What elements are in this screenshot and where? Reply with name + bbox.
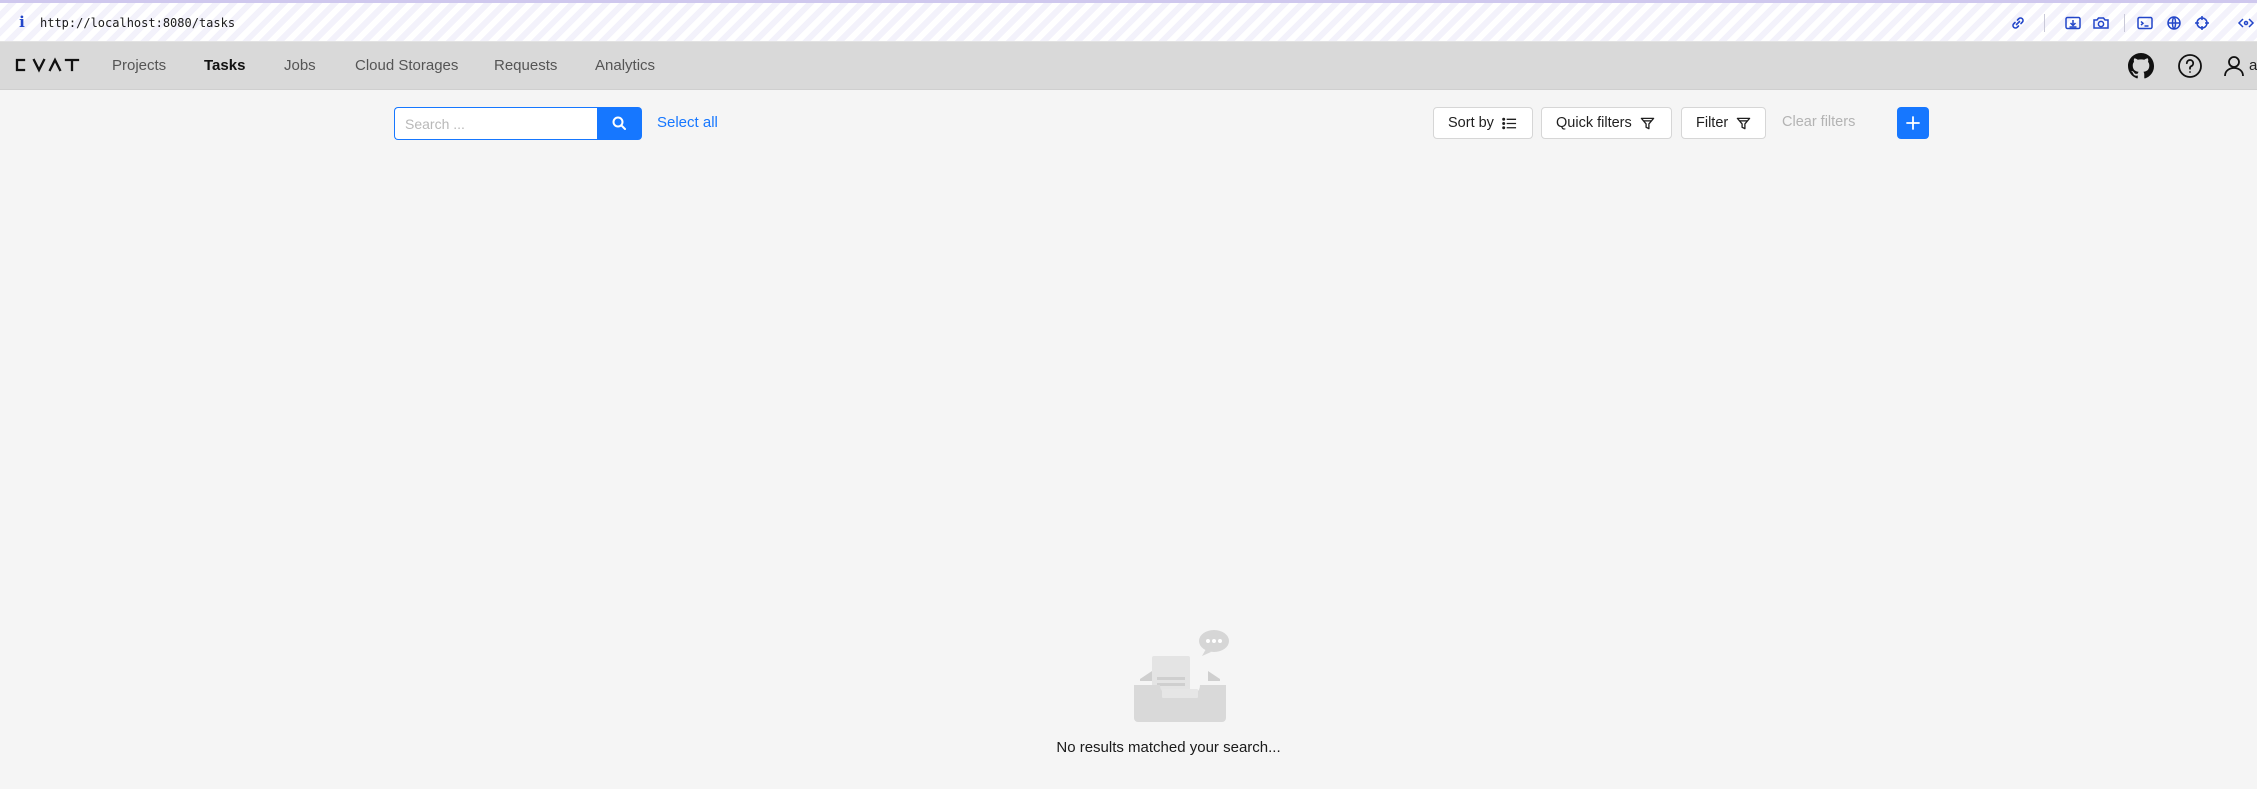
- user-icon[interactable]: [2223, 53, 2245, 79]
- code-icon[interactable]: [2237, 15, 2255, 31]
- browser-address-bar: i http://localhost:8080/tasks: [0, 0, 2257, 42]
- empty-inbox-illustration: [1128, 627, 1232, 727]
- filter-icon: [1640, 117, 1654, 129]
- nav-cloud-storages[interactable]: Cloud Storages: [355, 57, 458, 74]
- filter-button[interactable]: Filter: [1681, 107, 1766, 139]
- clear-filters-button[interactable]: Clear filters: [1782, 114, 1855, 130]
- nav-analytics[interactable]: Analytics: [595, 57, 655, 74]
- nav-requests[interactable]: Requests: [494, 57, 557, 74]
- create-task-button[interactable]: [1897, 107, 1929, 139]
- toolbar-separator: [2124, 14, 2125, 32]
- search-bar: [394, 107, 642, 140]
- empty-state-message: No results matched your search...: [1056, 739, 1281, 756]
- filter-icon: [1736, 117, 1751, 129]
- filter-label: Filter: [1696, 115, 1729, 131]
- crosshair-icon[interactable]: [2193, 15, 2211, 31]
- select-all-link[interactable]: Select all: [657, 114, 718, 131]
- nav-tasks[interactable]: Tasks: [204, 57, 245, 74]
- sort-by-label: Sort by: [1448, 115, 1494, 131]
- help-icon[interactable]: [2177, 53, 2203, 79]
- toolbar-separator: [2044, 14, 2045, 32]
- download-icon[interactable]: [2064, 15, 2082, 31]
- link-icon[interactable]: [2009, 15, 2027, 31]
- address-url[interactable]: http://localhost:8080/tasks: [40, 16, 235, 30]
- search-icon: [612, 116, 626, 130]
- search-input[interactable]: [394, 107, 598, 140]
- info-icon[interactable]: i: [16, 14, 28, 30]
- camera-icon[interactable]: [2092, 15, 2110, 31]
- search-button[interactable]: [597, 107, 642, 140]
- github-icon[interactable]: [2128, 53, 2154, 79]
- nav-projects[interactable]: Projects: [112, 57, 166, 74]
- app-header: Projects Tasks Jobs Cloud Storages Reque…: [0, 42, 2257, 90]
- quick-filters-button[interactable]: Quick filters: [1541, 107, 1672, 139]
- plus-icon: [1906, 116, 1920, 130]
- nav-jobs[interactable]: Jobs: [284, 57, 316, 74]
- sort-list-icon: [1502, 117, 1516, 129]
- quick-filters-label: Quick filters: [1556, 115, 1632, 131]
- terminal-icon[interactable]: [2136, 15, 2154, 31]
- user-name[interactable]: a: [2249, 57, 2257, 74]
- globe-icon[interactable]: [2165, 15, 2183, 31]
- cvat-logo[interactable]: [15, 54, 81, 76]
- sort-by-button[interactable]: Sort by: [1433, 107, 1533, 139]
